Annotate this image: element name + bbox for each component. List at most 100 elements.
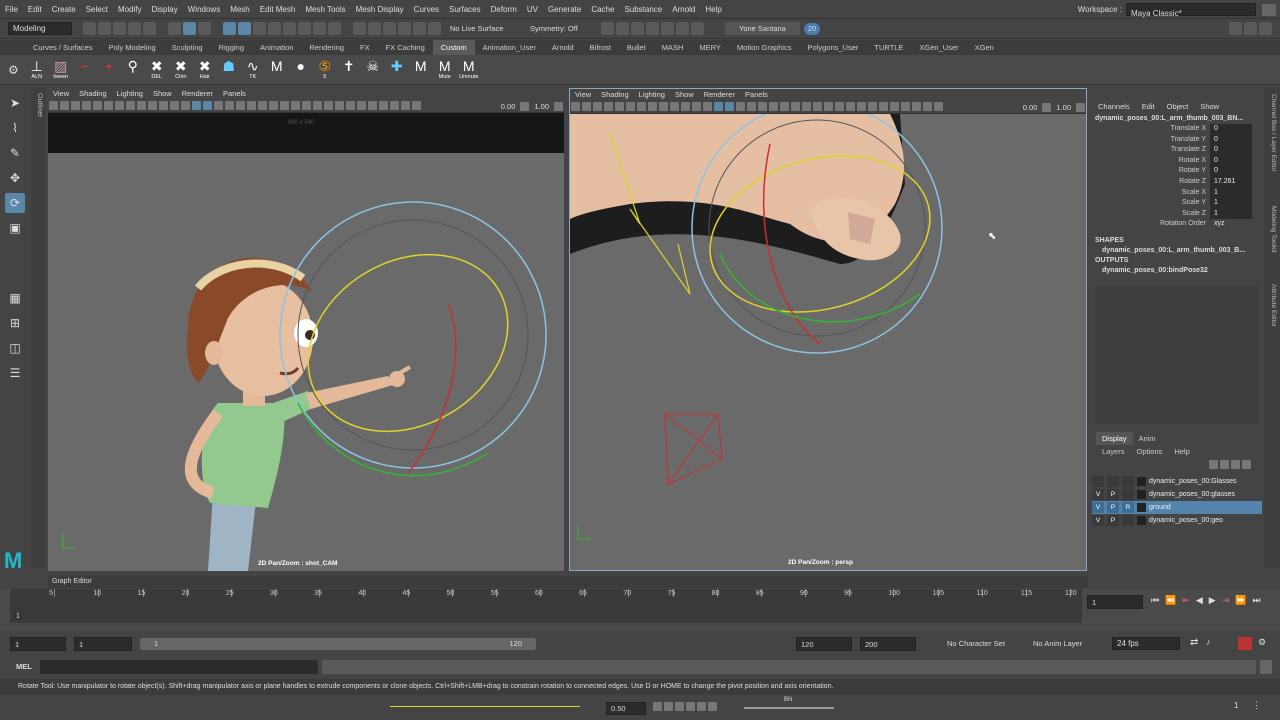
viewport-tool-icon[interactable] — [703, 101, 712, 111]
prev-key-icon[interactable]: ⇤ — [1182, 595, 1190, 606]
snap-surface-icon[interactable] — [413, 22, 426, 35]
viewport-tool-icon[interactable] — [203, 100, 212, 110]
viewport-tool-icon[interactable] — [934, 101, 943, 111]
sound-icon[interactable]: ♪ — [1206, 637, 1211, 647]
viewport-tool-icon[interactable] — [236, 100, 245, 110]
viewport-tool-icon[interactable] — [824, 101, 833, 111]
shelf-button-4[interactable]: ⚲ — [123, 58, 143, 82]
menu-mesh[interactable]: Mesh — [225, 0, 255, 19]
viewport-tool-icon[interactable] — [93, 100, 102, 110]
shelf-tab-mery[interactable]: MERY — [691, 40, 729, 55]
viewport-tool-icon[interactable] — [670, 101, 679, 111]
layer-row[interactable]: dynamic_poses_00:Glasses — [1092, 475, 1262, 488]
shelf-tab-mash[interactable]: MASH — [654, 40, 692, 55]
current-frame-marker[interactable]: 1 — [14, 613, 22, 620]
attribute-value[interactable]: 0 — [1210, 145, 1252, 156]
menu-curves[interactable]: Curves — [409, 0, 444, 19]
viewport-tool-icon[interactable] — [60, 100, 69, 110]
lasso-tool-icon[interactable]: ⌇ — [5, 118, 25, 138]
tab-display[interactable]: Display — [1096, 432, 1133, 445]
save-scene-icon[interactable] — [113, 22, 126, 35]
four-pane-layout-icon[interactable]: ⊞ — [5, 313, 25, 333]
shelf-tab-bifrost[interactable]: Bifrost — [582, 40, 619, 55]
snap-key-icon[interactable] — [675, 702, 684, 711]
viewport-tool-icon[interactable] — [582, 101, 591, 111]
menu-file[interactable]: File — [0, 0, 23, 19]
select-dynamics-icon[interactable] — [298, 22, 311, 35]
snap-curve-icon[interactable] — [368, 22, 381, 35]
exposure-value[interactable]: 0.00 — [501, 102, 516, 111]
tangent-weight-field[interactable]: 0.50 — [606, 702, 646, 715]
viewport-tool-icon[interactable] — [379, 100, 388, 110]
viewport-menu-renderer[interactable]: Renderer — [699, 89, 740, 101]
channel-menu-object[interactable]: Object — [1161, 100, 1195, 114]
shelf-button-15[interactable]: ✚ — [387, 58, 407, 82]
viewport-persp[interactable]: View Shading Lighting Show Renderer Panels 0.… — [569, 88, 1087, 571]
select-rendering-icon[interactable] — [313, 22, 326, 35]
gamma-icon[interactable] — [520, 101, 530, 111]
shelf-button-12[interactable]: ⑤5 — [315, 58, 335, 82]
open-scene-icon[interactable] — [98, 22, 111, 35]
mode-dropdown[interactable]: Modeling — [8, 22, 72, 35]
step-forward-icon[interactable]: ⏩ — [1235, 595, 1246, 606]
two-pane-layout-icon[interactable]: ◫ — [5, 338, 25, 358]
animation-start-field[interactable]: 1 — [10, 637, 66, 651]
shape-node[interactable]: dynamic_poses_00:L_arm_thumb_003_B... — [1092, 246, 1262, 256]
layers-menu[interactable]: Layers — [1096, 445, 1131, 458]
attribute-value[interactable]: 0 — [1210, 134, 1252, 146]
tween-key-icon[interactable] — [697, 702, 706, 711]
new-scene-icon[interactable] — [83, 22, 96, 35]
shelf-tab-polygons-user[interactable]: Polygons_User — [800, 40, 867, 55]
menu-display[interactable]: Display — [147, 0, 183, 19]
attribute-value[interactable]: 0 — [1210, 155, 1252, 167]
viewport-tool-icon[interactable] — [214, 100, 223, 110]
shelf-tab-curves-surfaces[interactable]: Curves / Surfaces — [25, 40, 101, 55]
menu-generate[interactable]: Generate — [543, 0, 586, 19]
snap-view-icon[interactable] — [398, 22, 411, 35]
layer-r-toggle[interactable] — [1122, 515, 1134, 526]
shelf-tab-fx[interactable]: FX — [352, 40, 378, 55]
notification-badge[interactable]: 20 — [803, 22, 821, 35]
layer-color-swatch[interactable] — [1137, 516, 1146, 525]
shelf-button-10[interactable]: M — [267, 58, 287, 82]
attribute-value[interactable]: 0 — [1210, 124, 1252, 135]
channel-menu-channels[interactable]: Channels — [1092, 100, 1136, 114]
new-layer-icon[interactable] — [1231, 459, 1240, 469]
go-to-end-icon[interactable]: ⏭ — [1252, 595, 1260, 606]
render-settings-icon[interactable] — [646, 22, 659, 35]
tab-attribute-editor[interactable]: Attribute Editor — [1270, 284, 1277, 327]
workspace-dropdown[interactable]: Maya Classic* — [1126, 3, 1256, 18]
layer-r-toggle[interactable] — [1122, 476, 1134, 487]
time-slider-track[interactable]: 1 5 10 15 20 25 30 35 40 45 50 55 60 65 70 75 80 85 90 95 1… — [10, 589, 1082, 623]
shelf-tab-animation-user[interactable]: Animation_User — [475, 40, 544, 55]
menu-mesh-display[interactable]: Mesh Display — [351, 0, 409, 19]
snap-point-icon[interactable] — [383, 22, 396, 35]
viewport-tool-icon[interactable] — [71, 100, 80, 110]
tab-channel-box[interactable]: Channel Box / Layer Editor — [1270, 94, 1277, 172]
viewport-tool-icon[interactable] — [269, 100, 278, 110]
attribute-row[interactable]: Translate X 0 — [1092, 124, 1262, 135]
toggle-icon[interactable] — [1262, 3, 1276, 16]
shelf-tab-xgen[interactable]: XGen — [967, 40, 1002, 55]
component-mode-icon[interactable] — [198, 22, 211, 35]
new-layer-selected-icon[interactable] — [1242, 459, 1251, 469]
viewport-tool-icon[interactable] — [659, 101, 668, 111]
viewport-tool-icon[interactable] — [170, 100, 179, 110]
time-slider[interactable]: 1 5 10 15 20 25 30 35 40 45 50 55 60 65 70 75 80 85 90 95 1… — [0, 589, 1280, 631]
clock-icon[interactable] — [664, 702, 673, 711]
menu-arnold[interactable]: Arnold — [667, 0, 700, 19]
viewport-menu-renderer[interactable]: Renderer — [177, 88, 218, 100]
menu-cache[interactable]: Cache — [586, 0, 619, 19]
select-tool-icon[interactable]: ➤ — [5, 93, 25, 113]
single-pane-layout-icon[interactable]: ▦ — [5, 288, 25, 308]
paint-select-tool-icon[interactable]: ✎ — [5, 143, 25, 163]
viewport-menu-show[interactable]: Show — [670, 89, 699, 101]
render-sequence-icon[interactable] — [616, 22, 629, 35]
bn-slider[interactable] — [744, 707, 834, 709]
shelf-button-11[interactable]: ● — [291, 58, 311, 82]
help-menu[interactable]: Help — [1168, 445, 1195, 458]
viewport-tool-icon[interactable] — [912, 101, 921, 111]
viewport-menu-shading[interactable]: Shading — [74, 88, 112, 100]
current-frame-field[interactable]: 1 — [1087, 595, 1143, 609]
shelf-tab-turtle[interactable]: TURTLE — [866, 40, 911, 55]
